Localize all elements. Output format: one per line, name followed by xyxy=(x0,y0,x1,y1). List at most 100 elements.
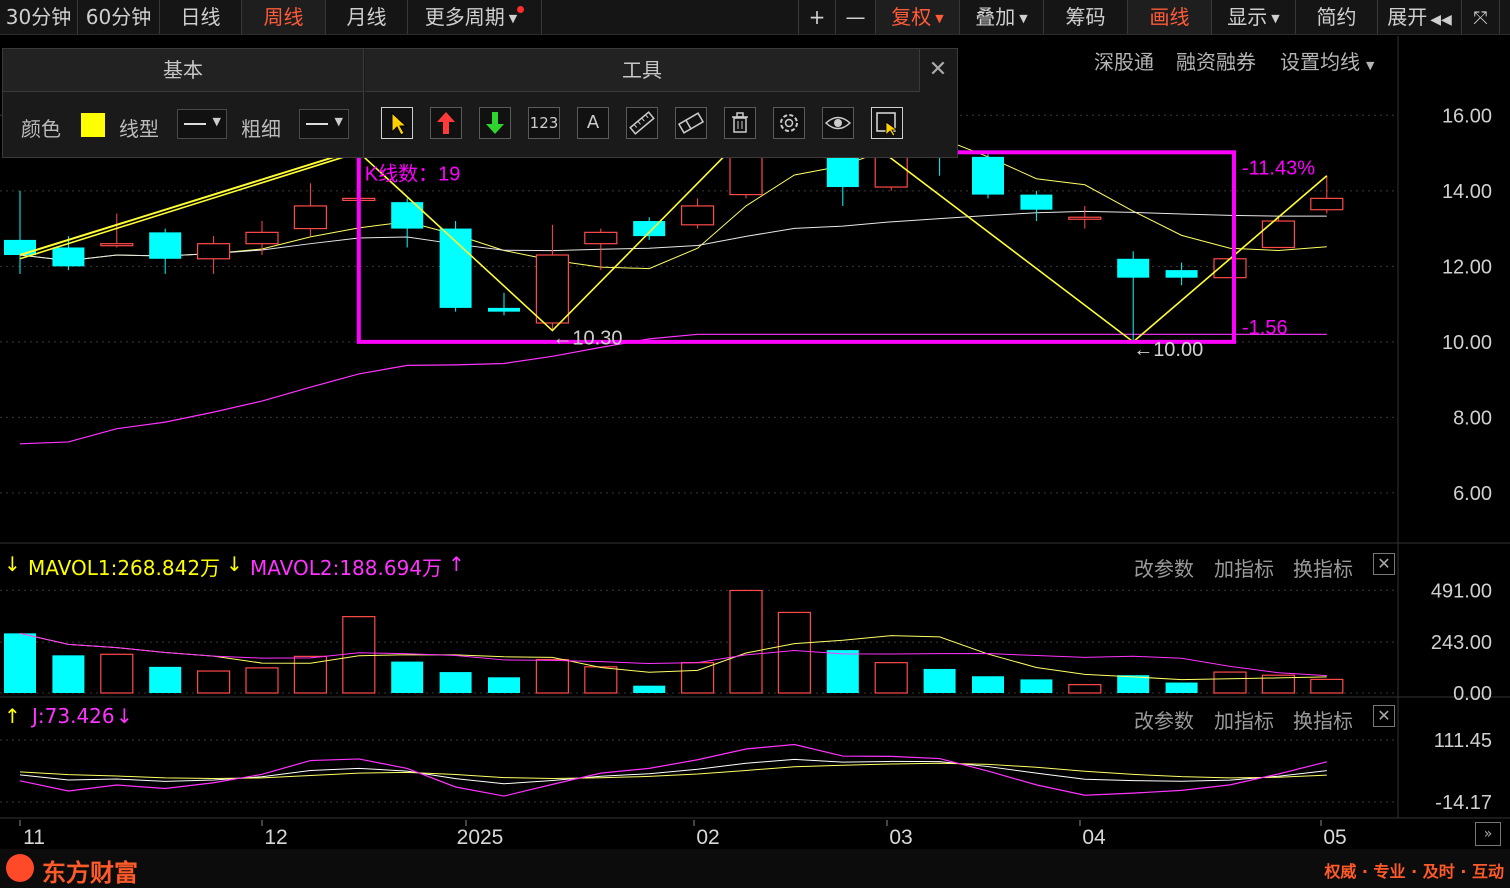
volume-bar-up xyxy=(100,653,134,694)
mavol1-label: MAVOL1:268.842万 xyxy=(28,556,221,580)
volume-switch-indicator-button[interactable]: 换指标 xyxy=(1293,553,1353,582)
line-sample-icon xyxy=(184,123,206,125)
volume-bar-up xyxy=(197,670,231,694)
eye-icon xyxy=(824,116,852,130)
volume-bar-up xyxy=(729,589,763,694)
candle-body-up xyxy=(1261,220,1296,249)
range-diff-label: -1.56 xyxy=(1242,317,1288,339)
more-periods-dropdown[interactable]: 更多周期 ▼ xyxy=(408,0,542,34)
number-tool-label: 123 xyxy=(529,114,559,132)
chips-button[interactable]: 筹码 xyxy=(1044,0,1128,34)
number-tool[interactable]: 123 xyxy=(528,107,560,139)
kdj-edit-params-button[interactable]: 改参数 xyxy=(1134,705,1194,734)
color-swatch[interactable] xyxy=(81,113,105,137)
eraser-tool[interactable] xyxy=(675,107,707,139)
ruler-tool[interactable] xyxy=(626,107,658,139)
volume-bar-down xyxy=(149,666,182,693)
pointer-tool[interactable] xyxy=(381,107,413,139)
zoom-out-button[interactable]: — xyxy=(836,0,876,34)
adjust-rights-label: 复权 xyxy=(891,5,932,29)
kdj-left-arrow: ↑ xyxy=(4,704,21,728)
candle-body-down xyxy=(1020,194,1053,210)
candle-body-up xyxy=(245,231,279,245)
sz-connect-link[interactable]: 深股通 xyxy=(1094,46,1154,75)
kdj-d-line xyxy=(19,762,1327,780)
volume-tick-label: 243.00 xyxy=(1431,632,1492,654)
panel-divider xyxy=(363,91,364,157)
adjust-rights-dropdown[interactable]: 复权 ▼ xyxy=(876,0,960,34)
volume-bar-up xyxy=(342,616,376,694)
range-box-drawing xyxy=(356,150,1236,344)
period-toolbar: 30分钟 60分钟 日线 周线 月线 更多周期 ▼ + — 复权 ▼ 叠加 ▼ 筹码 … xyxy=(0,0,1510,35)
thickness-select[interactable]: ▼ xyxy=(299,109,349,139)
pointer-icon xyxy=(391,111,408,136)
low-price-label-2: ←10.00 xyxy=(1133,339,1203,361)
kdj-add-indicator-button[interactable]: 加指标 xyxy=(1214,705,1274,734)
kline-count-label: K线数：19 xyxy=(365,162,461,185)
kdj-switch-indicator-button[interactable]: 换指标 xyxy=(1293,705,1353,734)
x-axis-label: 05 xyxy=(1323,826,1346,849)
candle-body-up xyxy=(535,254,570,324)
tools-section-title: 工具 xyxy=(365,49,920,92)
set-ma-dropdown[interactable]: 设置均线 ▼ xyxy=(1280,46,1374,75)
price-tick-label: 16.00 xyxy=(1442,105,1492,127)
settings-tool[interactable] xyxy=(773,107,805,139)
candle-body-down xyxy=(4,239,36,256)
margin-trading-link[interactable]: 融资融券 xyxy=(1176,46,1256,75)
visibility-tool[interactable] xyxy=(822,107,854,139)
candle-body-down xyxy=(52,247,85,267)
ma60-line xyxy=(19,333,1327,445)
volume-close-button[interactable]: ✕ xyxy=(1373,553,1395,575)
period-daily-button[interactable]: 日线 xyxy=(160,0,242,34)
brand-name: 东方财富 xyxy=(42,859,138,887)
x-axis-label: 11 xyxy=(23,826,45,849)
select-region-icon xyxy=(876,112,899,137)
candle-body-down xyxy=(1165,270,1198,278)
text-tool[interactable]: A xyxy=(577,107,609,139)
candle-body-up xyxy=(680,205,715,226)
volume-bar-down xyxy=(1165,682,1198,693)
mavol2-label: MAVOL2:188.694万 xyxy=(250,556,443,580)
volume-bar-down xyxy=(972,676,1004,693)
fullscreen-button[interactable]: ⤧ xyxy=(1462,0,1500,34)
line-sample-icon xyxy=(306,123,328,125)
zoom-in-button[interactable]: + xyxy=(798,0,836,34)
candle-body-down xyxy=(149,232,182,259)
kdj-close-button[interactable]: ✕ xyxy=(1373,705,1395,727)
display-dropdown[interactable]: 显示 ▼ xyxy=(1212,0,1296,34)
volume-bar-down xyxy=(4,633,36,693)
x-axis-label: 12 xyxy=(264,826,287,849)
volume-add-indicator-button[interactable]: 加指标 xyxy=(1214,553,1274,582)
expand-button[interactable]: 展开 ◀◀ xyxy=(1378,0,1462,34)
period-monthly-button[interactable]: 月线 xyxy=(326,0,408,34)
draw-line-button[interactable]: 画线 xyxy=(1128,0,1212,34)
price-tick-label: 12.00 xyxy=(1442,256,1492,278)
text-tool-label: A xyxy=(586,112,600,133)
overlay-dropdown[interactable]: 叠加 ▼ xyxy=(960,0,1044,34)
line-type-select[interactable]: ▼ xyxy=(177,109,227,139)
period-weekly-button[interactable]: 周线 xyxy=(242,0,326,34)
scroll-right-button[interactable]: » xyxy=(1475,822,1501,846)
period-60min-button[interactable]: 60分钟 xyxy=(78,0,160,34)
volume-bar-up xyxy=(1068,684,1102,694)
delete-tool[interactable] xyxy=(724,107,756,139)
period-30min-button[interactable]: 30分钟 xyxy=(0,0,78,34)
up-arrow-tool[interactable] xyxy=(430,107,462,139)
select-region-tool[interactable] xyxy=(871,107,903,139)
drawing-tool-panel: 基本 工具 ✕ 颜色 线型 ▼ 粗细 ▼ 123 A xyxy=(2,48,958,158)
low-price-label-1: ←10.30 xyxy=(552,328,622,350)
down-arrow-tool[interactable] xyxy=(479,107,511,139)
simple-button[interactable]: 简约 xyxy=(1296,0,1378,34)
candle-body-up xyxy=(293,205,327,230)
volume-edit-params-button[interactable]: 改参数 xyxy=(1134,553,1194,582)
volume-bar-down xyxy=(826,650,859,693)
volume-tick-label: 491.00 xyxy=(1431,580,1492,602)
display-label: 显示 xyxy=(1227,5,1268,29)
thickness-label: 粗细 xyxy=(241,117,281,141)
kdj-tick-label: 111.45 xyxy=(1434,730,1492,752)
more-periods-label: 更多周期 xyxy=(424,5,505,29)
set-ma-label: 设置均线 xyxy=(1280,50,1360,74)
kdj-j-label: J:73.426 xyxy=(32,704,115,728)
close-panel-button[interactable]: ✕ xyxy=(919,49,957,91)
price-tick-label: 14.00 xyxy=(1442,181,1492,203)
